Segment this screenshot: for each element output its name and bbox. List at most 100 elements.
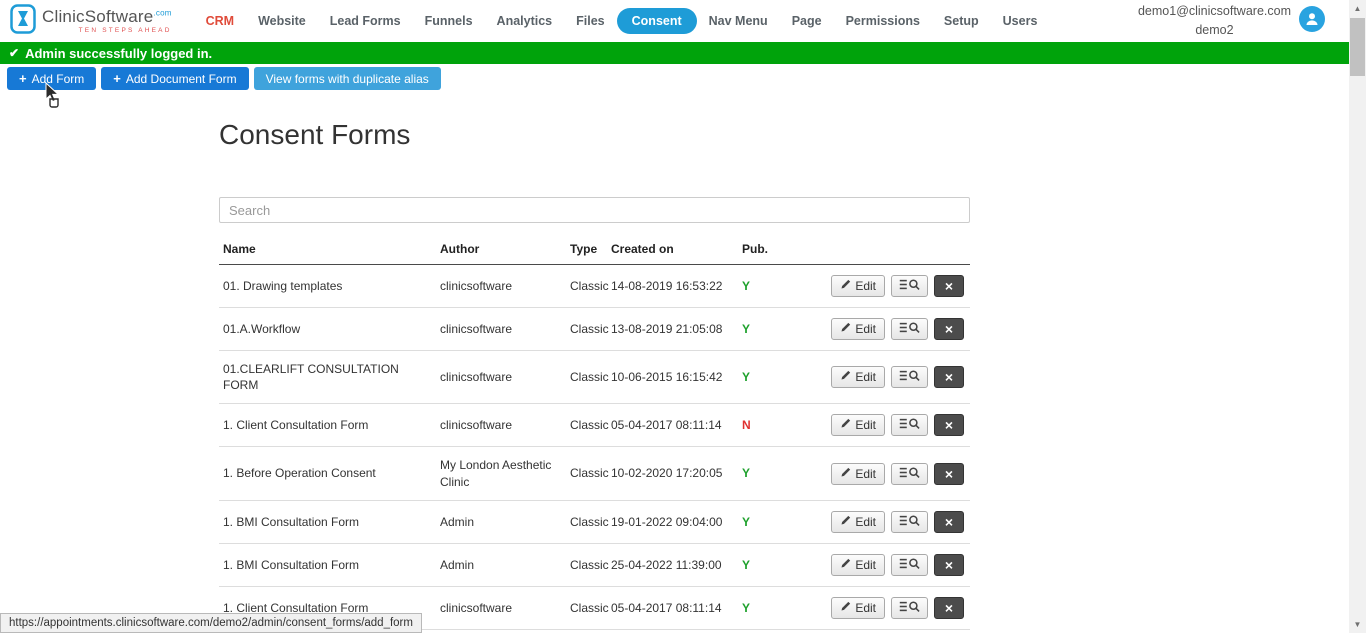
vertical-scrollbar[interactable]: ▲ ▼	[1349, 0, 1366, 633]
banner-text: Admin successfully logged in.	[25, 46, 212, 61]
delete-button[interactable]: ×	[934, 554, 964, 576]
cell-actions: Edit×	[821, 629, 970, 633]
nav-item-analytics[interactable]: Analytics	[485, 8, 565, 34]
status-url: https://appointments.clinicsoftware.com/…	[0, 613, 422, 633]
delete-button[interactable]: ×	[934, 414, 964, 436]
edit-button[interactable]: Edit	[831, 366, 885, 388]
logo-name: ClinicSoftware.com	[42, 7, 172, 26]
close-icon: ×	[945, 557, 953, 573]
cell-actions: Edit ×	[821, 543, 970, 586]
table-row: 01. Drawing templatesclinicsoftwareClass…	[219, 265, 970, 308]
entries-search-button[interactable]	[891, 318, 928, 340]
cell-created-on: 25-04-2022 11:39:00	[607, 543, 738, 586]
entries-search-button[interactable]	[891, 511, 928, 533]
header-actions	[821, 234, 970, 265]
entries-search-button[interactable]	[891, 275, 928, 297]
entries-search-button[interactable]	[891, 554, 928, 576]
cell-actions: Edit ×	[821, 586, 970, 629]
edit-button[interactable]: Edit	[831, 318, 885, 340]
nav-item-crm[interactable]: CRM	[194, 8, 246, 34]
edit-button[interactable]: Edit	[831, 463, 885, 485]
plus-icon: +	[113, 71, 121, 86]
pencil-icon	[840, 322, 851, 336]
nav-item-nav-menu[interactable]: Nav Menu	[697, 8, 780, 34]
logo[interactable]: ClinicSoftware.com TEN STEPS AHEAD	[10, 4, 172, 39]
header-created-on: Created on	[607, 234, 738, 265]
cell-created-on: 05-04-2017 08:11:14	[607, 404, 738, 447]
scroll-up-icon[interactable]: ▲	[1349, 0, 1366, 17]
delete-button[interactable]: ×	[934, 366, 964, 388]
cell-name: 1. BMI Consultation Form	[219, 500, 436, 543]
table-body: 01. Drawing templatesclinicsoftwareClass…	[219, 265, 970, 633]
scrollbar-thumb[interactable]	[1350, 18, 1365, 76]
nav-item-lead-forms[interactable]: Lead Forms	[318, 8, 413, 34]
list-magnifier-icon	[899, 321, 920, 337]
cell-author: clinicsoftware	[436, 586, 566, 629]
nav-item-setup[interactable]: Setup	[932, 8, 991, 34]
pencil-icon	[840, 515, 851, 529]
delete-button[interactable]: ×	[934, 275, 964, 297]
search-input[interactable]	[219, 197, 970, 223]
scroll-down-icon[interactable]: ▼	[1349, 616, 1366, 633]
nav-item-users[interactable]: Users	[991, 8, 1050, 34]
cell-name: 01. Drawing templates	[219, 265, 436, 308]
edit-button[interactable]: Edit	[831, 275, 885, 297]
nav-item-funnels[interactable]: Funnels	[413, 8, 485, 34]
delete-button[interactable]: ×	[934, 463, 964, 485]
cell-pub: Y	[738, 308, 821, 351]
account-company: demo2	[1138, 21, 1291, 40]
cell-name: 1. BMI Consultation Form	[219, 543, 436, 586]
list-magnifier-icon	[899, 600, 920, 616]
close-icon: ×	[945, 514, 953, 530]
add-document-form-button[interactable]: + Add Document Form	[101, 67, 248, 90]
delete-button[interactable]: ×	[934, 597, 964, 619]
close-icon: ×	[945, 278, 953, 294]
nav-item-permissions[interactable]: Permissions	[834, 8, 932, 34]
edit-button[interactable]: Edit	[831, 597, 885, 619]
list-magnifier-icon	[899, 369, 920, 385]
cell-author: clinicsoftware	[436, 629, 566, 633]
close-icon: ×	[945, 321, 953, 337]
table-row: 1. Before Operation ConsentMy London Aes…	[219, 447, 970, 500]
table-header-row: Name Author Type Created on Pub.	[219, 234, 970, 265]
nav-item-files[interactable]: Files	[564, 8, 617, 34]
cell-pub: Y	[738, 586, 821, 629]
cell-author: Admin	[436, 543, 566, 586]
nav-item-website[interactable]: Website	[246, 8, 318, 34]
cell-type: Classic	[566, 404, 607, 447]
cell-created-on: 05-04-2017 08:11:14	[607, 586, 738, 629]
pencil-icon	[840, 370, 851, 384]
delete-button[interactable]: ×	[934, 318, 964, 340]
entries-search-button[interactable]	[891, 414, 928, 436]
delete-button[interactable]: ×	[934, 511, 964, 533]
entries-search-button[interactable]	[891, 463, 928, 485]
view-duplicate-alias-button[interactable]: View forms with duplicate alias	[254, 67, 441, 90]
cell-actions: Edit ×	[821, 404, 970, 447]
consent-forms-table: Name Author Type Created on Pub. 01. Dra…	[219, 234, 970, 633]
list-magnifier-icon	[899, 417, 920, 433]
entries-search-button[interactable]	[891, 366, 928, 388]
cell-type: Classic	[566, 351, 607, 404]
nav-item-consent[interactable]: Consent	[617, 8, 697, 34]
table-row: 1. BMI Consultation FormAdminClassic19-0…	[219, 500, 970, 543]
list-magnifier-icon	[899, 557, 920, 573]
edit-button[interactable]: Edit	[831, 511, 885, 533]
close-icon: ×	[945, 600, 953, 616]
cell-type: Classic	[566, 543, 607, 586]
list-magnifier-icon	[899, 278, 920, 294]
edit-button[interactable]: Edit	[831, 414, 885, 436]
pencil-icon	[840, 467, 851, 481]
cell-pub: Y	[738, 629, 821, 633]
nav-item-page[interactable]: Page	[780, 8, 834, 34]
user-avatar-icon[interactable]	[1299, 6, 1325, 32]
cell-type: Classic	[566, 586, 607, 629]
list-magnifier-icon	[899, 466, 920, 482]
edit-button[interactable]: Edit	[831, 554, 885, 576]
cell-created-on: 19-01-2022 09:04:00	[607, 500, 738, 543]
pencil-icon	[840, 418, 851, 432]
pencil-icon	[840, 279, 851, 293]
entries-search-button[interactable]	[891, 597, 928, 619]
close-icon: ×	[945, 369, 953, 385]
table-row: 1. Client Consultation Formclinicsoftwar…	[219, 404, 970, 447]
header-author: Author	[436, 234, 566, 265]
